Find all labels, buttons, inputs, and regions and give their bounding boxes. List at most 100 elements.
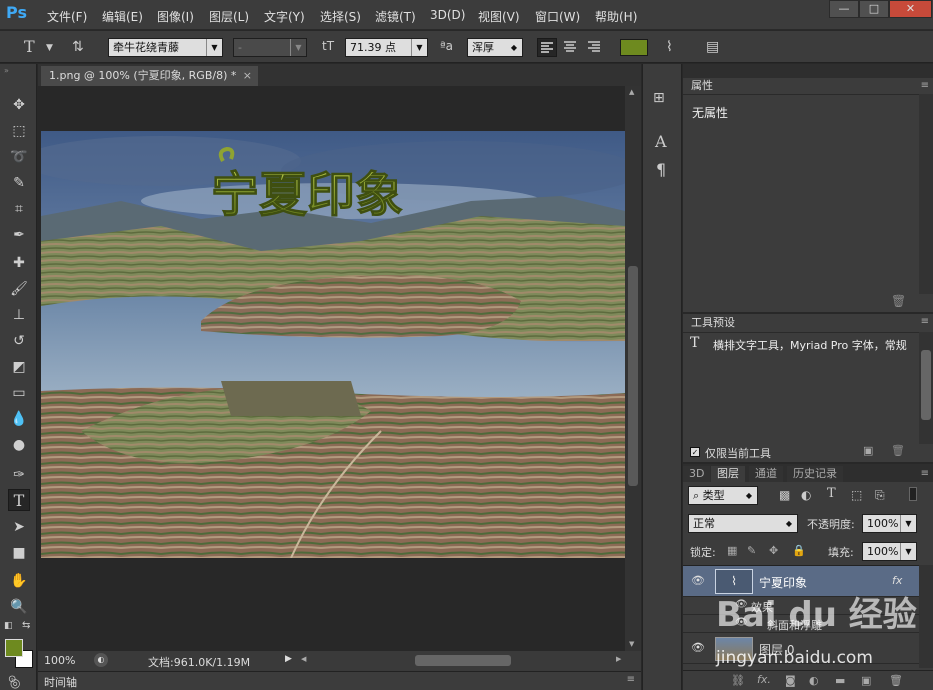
default-colors-icon[interactable]: ◧ bbox=[4, 621, 13, 631]
lasso-tool-icon[interactable]: ➰ bbox=[8, 146, 30, 168]
menu-file[interactable]: 文件(F) bbox=[47, 8, 87, 25]
filter-toggle[interactable] bbox=[909, 487, 917, 501]
menu-view[interactable]: 视图(V) bbox=[478, 8, 520, 25]
tab-layers[interactable]: 图层 bbox=[711, 466, 745, 482]
tab-3d[interactable]: 3D bbox=[683, 466, 711, 482]
quick-select-tool-icon[interactable]: ✎ bbox=[8, 172, 30, 194]
collapse-icon[interactable]: » bbox=[4, 66, 9, 75]
eye-icon[interactable]: 👁 bbox=[691, 641, 705, 654]
status-menu-arrow-icon[interactable]: ▶ bbox=[285, 654, 292, 664]
presets-scrollbar[interactable] bbox=[919, 332, 933, 444]
minimize-button[interactable]: — bbox=[829, 0, 859, 18]
warp-text-icon[interactable]: ⌇ bbox=[666, 39, 673, 55]
tool-preset-dropdown-icon[interactable]: ▼ bbox=[46, 43, 53, 53]
filter-type-icon[interactable]: T bbox=[827, 486, 836, 501]
timeline-tab[interactable]: 时间轴 bbox=[44, 674, 77, 690]
menu-edit[interactable]: 编辑(E) bbox=[102, 8, 143, 25]
filter-smart-object-icon[interactable]: ⎘ bbox=[875, 488, 885, 503]
align-center-button[interactable] bbox=[561, 38, 581, 57]
move-tool-icon[interactable]: ✥ bbox=[8, 94, 30, 116]
filter-pixel-icon[interactable]: ▩ bbox=[779, 488, 790, 502]
filter-adjustment-icon[interactable]: ◐ bbox=[801, 488, 811, 502]
healing-brush-tool-icon[interactable]: ✚ bbox=[8, 252, 30, 274]
properties-scrollbar[interactable] bbox=[919, 94, 933, 294]
zoom-tool-icon[interactable]: 🔍 bbox=[8, 596, 30, 618]
text-orientation-icon[interactable]: ⇅ bbox=[72, 39, 84, 55]
pen-tool-icon[interactable]: ✑ bbox=[8, 464, 30, 486]
close-tab-icon[interactable]: × bbox=[243, 66, 252, 86]
horizontal-scroll-thumb[interactable] bbox=[415, 655, 511, 666]
foreground-color-swatch[interactable] bbox=[5, 639, 23, 657]
blend-mode-select[interactable]: 正常 ◆ bbox=[688, 514, 798, 533]
paragraph-icon[interactable]: ¶ bbox=[656, 160, 666, 179]
menu-layer[interactable]: 图层(L) bbox=[209, 8, 249, 25]
link-layers-icon[interactable]: ⛓ bbox=[731, 674, 745, 687]
panel-menu-icon[interactable]: ≡ bbox=[921, 316, 929, 327]
font-size-select[interactable]: 71.39 点 ▼ bbox=[345, 38, 428, 57]
scroll-down-icon[interactable]: ▼ bbox=[629, 640, 634, 648]
brush-tool-icon[interactable]: 🖌 bbox=[8, 278, 30, 300]
marquee-tool-icon[interactable]: ⬚ bbox=[8, 120, 30, 142]
panel-menu-icon[interactable]: ≡ bbox=[921, 468, 929, 479]
align-right-button[interactable] bbox=[585, 38, 605, 57]
lock-position-icon[interactable]: ✥ bbox=[769, 544, 778, 557]
maximize-button[interactable]: □ bbox=[859, 0, 889, 18]
tool-presets-tab[interactable]: 工具预设 bbox=[685, 315, 741, 331]
paragraph-style-icon[interactable]: ⊞ bbox=[653, 90, 665, 106]
add-style-fx-icon[interactable]: fx. bbox=[757, 673, 771, 686]
trash-icon[interactable]: 🗑 bbox=[891, 444, 905, 457]
add-mask-icon[interactable]: ◙ bbox=[785, 674, 796, 687]
menu-image[interactable]: 图像(I) bbox=[157, 8, 194, 25]
character-icon[interactable]: A bbox=[655, 132, 667, 151]
eye-icon[interactable]: 👁 bbox=[691, 574, 705, 587]
text-color-swatch[interactable] bbox=[620, 39, 648, 56]
history-brush-tool-icon[interactable]: ↺ bbox=[8, 330, 30, 352]
menu-filter[interactable]: 滤镜(T) bbox=[375, 8, 416, 25]
new-layer-icon[interactable]: ▣ bbox=[861, 674, 871, 687]
status-icon[interactable]: ◐ bbox=[94, 653, 108, 667]
current-tool-only-checkbox[interactable]: ✓ bbox=[690, 447, 700, 457]
scrollbar-thumb[interactable] bbox=[628, 266, 638, 486]
layer-filter-select[interactable]: ⌕ 类型 ◆ bbox=[688, 486, 758, 505]
properties-tab[interactable]: 属性 bbox=[685, 78, 719, 94]
tab-channels[interactable]: 通道 bbox=[749, 466, 783, 482]
new-preset-icon[interactable]: ▣ bbox=[863, 444, 873, 457]
dodge-tool-icon[interactable]: ● bbox=[8, 434, 30, 456]
new-group-icon[interactable]: ▬ bbox=[835, 674, 845, 687]
panel-menu-icon[interactable]: ≡ bbox=[921, 80, 929, 91]
type-tool-icon[interactable]: T bbox=[8, 489, 30, 511]
document-tab[interactable]: 1.png @ 100% (宁夏印象, RGB/8) * × bbox=[41, 66, 258, 86]
menu-window[interactable]: 窗口(W) bbox=[535, 8, 580, 25]
blur-tool-icon[interactable]: 💧 bbox=[8, 408, 30, 430]
scroll-right-icon[interactable]: ▶ bbox=[616, 655, 621, 663]
lock-all-icon[interactable]: 🔒 bbox=[792, 544, 806, 557]
menu-type[interactable]: 文字(Y) bbox=[264, 8, 305, 25]
trash-icon[interactable]: 🗑 bbox=[889, 674, 903, 687]
layers-scrollbar[interactable] bbox=[919, 565, 933, 668]
tool-preset-item[interactable]: 横排文字工具，Myriad Pro 字体，常规 bbox=[713, 337, 918, 353]
document-canvas[interactable]: 宁夏印象 bbox=[41, 131, 625, 558]
trash-icon[interactable]: 🗑 bbox=[891, 294, 906, 308]
menu-3d[interactable]: 3D(D) bbox=[430, 8, 465, 22]
scroll-left-icon[interactable]: ◀ bbox=[301, 655, 306, 663]
rectangle-tool-icon[interactable]: ■ bbox=[8, 542, 30, 564]
menu-help[interactable]: 帮助(H) bbox=[595, 8, 637, 25]
filter-shape-icon[interactable]: ⬚ bbox=[851, 488, 862, 502]
eraser-tool-icon[interactable]: ◩ bbox=[8, 356, 30, 378]
panel-menu-icon[interactable]: ≡ bbox=[627, 674, 635, 685]
adjustment-layer-icon[interactable]: ◐ bbox=[809, 674, 819, 687]
timeline-icon[interactable]: ⊙ bbox=[8, 674, 16, 685]
eyedropper-tool-icon[interactable]: ✒ bbox=[8, 224, 30, 246]
antialias-select[interactable]: 浑厚 ◆ bbox=[467, 38, 523, 57]
gradient-tool-icon[interactable]: ▭ bbox=[8, 382, 30, 404]
crop-tool-icon[interactable]: ⌗ bbox=[8, 198, 30, 220]
lock-image-icon[interactable]: ✎ bbox=[747, 544, 756, 557]
clone-stamp-tool-icon[interactable]: ⊥ bbox=[8, 304, 30, 326]
scroll-up-icon[interactable]: ▲ bbox=[629, 88, 634, 96]
type-tool-icon[interactable]: T bbox=[24, 37, 35, 56]
character-panel-icon[interactable]: ▤ bbox=[706, 39, 719, 55]
presets-scrollbar-thumb[interactable] bbox=[921, 350, 931, 420]
vertical-scrollbar[interactable]: ▲ ▼ bbox=[625, 86, 641, 651]
swap-colors-icon[interactable]: ⇆ bbox=[22, 620, 30, 631]
opacity-input[interactable]: 100% ▼ bbox=[862, 514, 917, 533]
